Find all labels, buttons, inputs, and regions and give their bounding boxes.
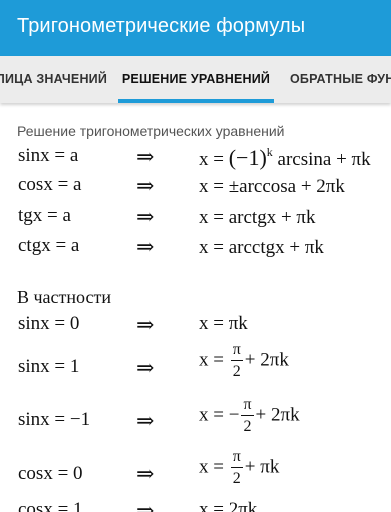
tab-inverse-functions[interactable]: ОБРАТНЫЕ ФУНКЦ (290, 56, 391, 103)
equation-sin-1: sinx = 1 (18, 356, 80, 377)
particular-cases-heading: В частности (17, 287, 111, 307)
solution-tg-a: x = arctgx + πk (199, 207, 316, 228)
solution-suffix: + 2πk (255, 404, 300, 426)
equation-ctg-a: ctgx = a (18, 235, 80, 256)
solution-suffix: arcsina + πk (277, 149, 371, 170)
implies-arrow: ⇒ (136, 312, 155, 337)
fraction: π2 (230, 448, 243, 488)
tab-equation-solving[interactable]: РЕШЕНИЕ УРАВНЕНИЙ (118, 56, 274, 103)
app-title: Тригонометрические формулы (17, 15, 306, 37)
equation-cos-0: cosx = 0 (18, 463, 83, 484)
implies-arrow: ⇒ (136, 498, 155, 512)
solution-prefix: x = − (199, 404, 240, 426)
implies-arrow: ⇒ (136, 173, 155, 198)
fraction-denominator: 2 (232, 470, 241, 487)
fraction-numerator: π (241, 396, 254, 416)
solution-sin-0: x = πk (199, 313, 248, 334)
implies-arrow: ⇒ (136, 234, 155, 259)
implies-arrow: ⇒ (136, 461, 155, 486)
implies-arrow: ⇒ (136, 204, 155, 229)
section-caption: Решение тригонометрических уравнений (17, 123, 285, 139)
equation-cos-1: cosx = 1 (18, 499, 83, 512)
formula-content: Решение тригонометрических уравнений sin… (0, 103, 391, 512)
tab-values-table[interactable]: ЛИЦА ЗНАЧЕНИЙ (0, 56, 107, 103)
implies-arrow: ⇒ (136, 408, 155, 433)
sign-factor: (−1) (228, 145, 267, 170)
solution-suffix: + πk (244, 456, 280, 478)
solution-cos-a: x = ±arccosa + 2πk (199, 176, 345, 197)
fraction-denominator: 2 (232, 363, 241, 380)
exponent: k (266, 145, 273, 159)
fraction-numerator: π (230, 341, 243, 361)
solution-prefix: x = (199, 456, 229, 478)
equation-sin-a: sinx = a (18, 145, 79, 166)
solution-ctg-a: x = arcctgx + πk (199, 237, 324, 258)
solution-sin-a: x = (−1)k arcsina + πk (199, 145, 371, 171)
fraction-numerator: π (230, 448, 243, 468)
solution-sin-minus-1: x = − π 2 + 2πk (199, 396, 300, 436)
fraction: π2 (241, 396, 254, 436)
tab-bar: ЛИЦА ЗНАЧЕНИЙ РЕШЕНИЕ УРАВНЕНИЙ ОБРАТНЫЕ… (0, 56, 391, 103)
equation-cos-a: cosx = a (18, 174, 82, 195)
solution-suffix: + 2πk (244, 349, 289, 371)
fraction: π2 (230, 341, 243, 381)
implies-arrow: ⇒ (136, 355, 155, 380)
solution-cos-0: x = π 2 + πk (199, 448, 279, 488)
solution-sin-1: x = π 2 + 2πk (199, 341, 289, 381)
equation-sin-0: sinx = 0 (18, 313, 80, 334)
fraction-denominator: 2 (243, 418, 252, 435)
solution-prefix: x = (199, 149, 229, 170)
tab-equation-solving-label: РЕШЕНИЕ УРАВНЕНИЙ (121, 72, 271, 86)
app-bar: Тригонометрические формулы (0, 0, 391, 56)
solution-cos-1: x = 2πk (199, 499, 258, 512)
equation-tg-a: tgx = a (18, 205, 71, 226)
equation-sin-minus-1: sinx = −1 (18, 409, 91, 430)
implies-arrow: ⇒ (136, 144, 155, 169)
solution-prefix: x = (199, 349, 229, 371)
